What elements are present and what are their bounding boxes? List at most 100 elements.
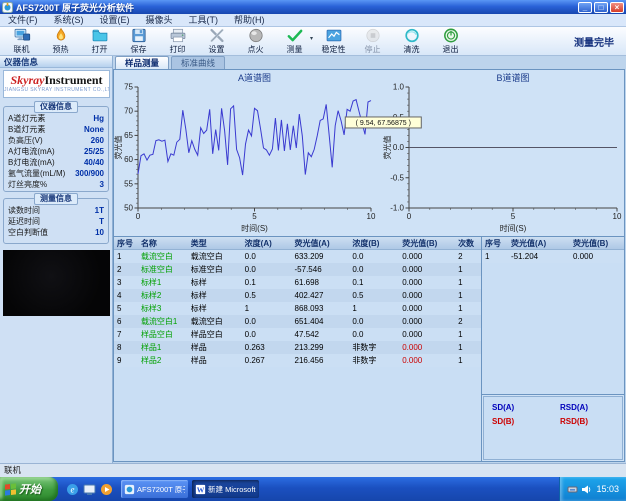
table-cell: 633.209	[292, 250, 350, 263]
menu-item[interactable]: 帮助(H)	[226, 14, 273, 27]
wash-icon	[402, 27, 422, 44]
toolbar-button-打印[interactable]: 打印	[158, 27, 197, 55]
stat-label-SD(B): SD(B)	[492, 417, 514, 426]
channel-b-chart[interactable]: B道谱图0510-1.0-0.50.00.51.0时间(S)荧光值	[383, 70, 625, 236]
table-cell: 样品1	[138, 341, 188, 354]
column-header[interactable]: 荧光值(A)	[292, 237, 350, 249]
menu-bar: 文件(F)系统(S)设置(E)摄像头工具(T)帮助(H)	[0, 14, 626, 27]
menu-item[interactable]: 摄像头	[138, 14, 181, 27]
title-bar: AFS7200T 原子荧光分析软件 _ □ ×	[0, 0, 626, 14]
column-header[interactable]: 浓度(A)	[242, 237, 292, 249]
quick-launch: e	[66, 483, 113, 496]
table-cell: 标准空白	[138, 263, 188, 276]
table-row[interactable]: 8样品1样品0.263213.299非数字0.0001	[114, 341, 481, 354]
task-button[interactable]: W新建 Microsoft W...	[192, 480, 259, 498]
info-row: 延迟时间T	[4, 216, 108, 227]
taskbar: 开始 e AFS7200T 原子荧光...W新建 Microsoft W... …	[0, 477, 626, 501]
network-icon[interactable]	[567, 484, 578, 495]
menu-item[interactable]: 工具(T)	[181, 14, 227, 27]
toolbar-button-打开[interactable]: 打开	[80, 27, 119, 55]
menu-item[interactable]: 设置(E)	[92, 14, 138, 27]
table-cell: 1	[455, 328, 481, 341]
table-cell: 标样	[188, 289, 242, 302]
clock[interactable]: 15:03	[596, 484, 619, 494]
table-row[interactable]: 5标样3标样1868.09310.0001	[114, 302, 481, 315]
sphere-icon	[246, 27, 266, 44]
stat-label-RSD(B): RSD(B)	[560, 417, 588, 426]
table-row[interactable]: 3标样1标样0.161.6980.10.0001	[114, 276, 481, 289]
tab-样品测量[interactable]: 样品测量	[115, 56, 169, 69]
column-header[interactable]: 次数	[455, 237, 481, 249]
menu-item[interactable]: 系统(S)	[46, 14, 92, 27]
table-cell: 0.000	[399, 289, 455, 302]
media-icon[interactable]	[100, 483, 113, 496]
power-icon	[441, 27, 461, 44]
table-cell: 0.0	[349, 328, 399, 341]
column-header[interactable]: 序号	[482, 237, 508, 249]
column-header[interactable]: 序号	[114, 237, 138, 249]
application-window: AFS7200T 原子荧光分析软件 _ □ × 文件(F)系统(S)设置(E)摄…	[0, 0, 626, 501]
stat-label-SD(A): SD(A)	[492, 403, 514, 412]
toolbar-button-设置[interactable]: 设置	[197, 27, 236, 55]
results-table[interactable]: 序号名称类型浓度(A)荧光值(A)浓度(B)荧光值(B)次数1载流空白载流空白0…	[114, 237, 482, 461]
main-area: 样品测量标准曲线 A道谱图0510505560657075时间(S)荧光值( 9…	[113, 56, 626, 463]
table-cell: 47.542	[292, 328, 350, 341]
menu-item[interactable]: 文件(F)	[0, 14, 46, 27]
table-cell: 213.299	[292, 341, 350, 354]
ie-icon[interactable]: e	[66, 483, 79, 496]
table-cell: 61.698	[292, 276, 350, 289]
toolbar-button-保存[interactable]: 保存	[119, 27, 158, 55]
close-button[interactable]: ×	[610, 2, 624, 13]
toolbar-button-测量[interactable]: 测量 ▾	[275, 27, 314, 55]
column-header[interactable]: 浓度(B)	[349, 237, 399, 249]
toolbar-button-label: 测量	[287, 44, 303, 55]
tab-标准曲线[interactable]: 标准曲线	[171, 56, 225, 69]
svg-text:A道谱图: A道谱图	[238, 72, 271, 83]
table-row[interactable]: 1-51.2040.000	[482, 250, 624, 263]
brand-name-red: Skyray	[10, 73, 44, 87]
table-row[interactable]: 2标准空白标准空白0.0-57.5460.00.0001	[114, 263, 481, 276]
toolbar-button-label: 退出	[443, 44, 459, 55]
table-row[interactable]: 1载流空白载流空白0.0633.2090.00.0002	[114, 250, 481, 263]
readings-table[interactable]: 序号荧光值(A)荧光值(B)1-51.2040.000	[482, 237, 624, 395]
table-cell: 1	[455, 289, 481, 302]
info-label: 延迟时间	[8, 216, 40, 227]
column-header[interactable]: 荧光值(B)	[570, 237, 622, 249]
table-row[interactable]: 4标样2标样0.5402.4270.50.0001	[114, 289, 481, 302]
svg-text:50: 50	[124, 204, 133, 213]
table-cell: 9	[114, 354, 138, 367]
table-cell: 0.000	[399, 250, 455, 263]
dropdown-arrow-icon[interactable]: ▾	[310, 35, 313, 42]
svg-text:荧光值: 荧光值	[113, 136, 123, 160]
table-row[interactable]: 7样品空白样品空白0.047.5420.00.0001	[114, 328, 481, 341]
toolbar-button-清洗[interactable]: 清洗	[392, 27, 431, 55]
volume-icon[interactable]	[581, 484, 592, 495]
info-value: None	[84, 125, 104, 134]
table-cell: 1	[455, 354, 481, 367]
desktop-icon[interactable]	[83, 483, 96, 496]
measure-info-group-title: 测量信息	[34, 193, 78, 205]
toolbar-button-联机[interactable]: 联机	[2, 27, 41, 55]
start-button[interactable]: 开始	[0, 477, 58, 501]
table-row[interactable]: 6载流空白1载流空白0.0651.4040.00.0002	[114, 315, 481, 328]
table-cell: 5	[114, 302, 138, 315]
channel-a-chart[interactable]: A道谱图0510505560657075时间(S)荧光值( 9.54, 67.5…	[114, 70, 383, 236]
stat-label-RSD(A): RSD(A)	[560, 403, 588, 412]
table-cell: 3	[114, 276, 138, 289]
table-cell: 0.0	[242, 315, 292, 328]
task-button[interactable]: AFS7200T 原子荧光...	[121, 480, 188, 498]
instrument-panel: 仪器信息 SkyrayInstrument JIANGSU SKYRAY INS…	[0, 56, 113, 463]
column-header[interactable]: 名称	[138, 237, 188, 249]
toolbar-button-退出[interactable]: 退出	[431, 27, 470, 55]
toolbar-button-点火[interactable]: 点火	[236, 27, 275, 55]
minimize-button[interactable]: _	[578, 2, 592, 13]
column-header[interactable]: 荧光值(B)	[399, 237, 455, 249]
toolbar-button-稳定性[interactable]: 稳定性	[314, 27, 353, 55]
table-cell: 0.000	[399, 341, 455, 354]
column-header[interactable]: 类型	[188, 237, 242, 249]
info-label: 氩气流量(mL/M)	[8, 168, 65, 179]
column-header[interactable]: 荧光值(A)	[508, 237, 570, 249]
table-row[interactable]: 9样品2样品0.267216.456非数字0.0001	[114, 354, 481, 367]
toolbar-button-预热[interactable]: 预热	[41, 27, 80, 55]
restore-button[interactable]: □	[594, 2, 608, 13]
